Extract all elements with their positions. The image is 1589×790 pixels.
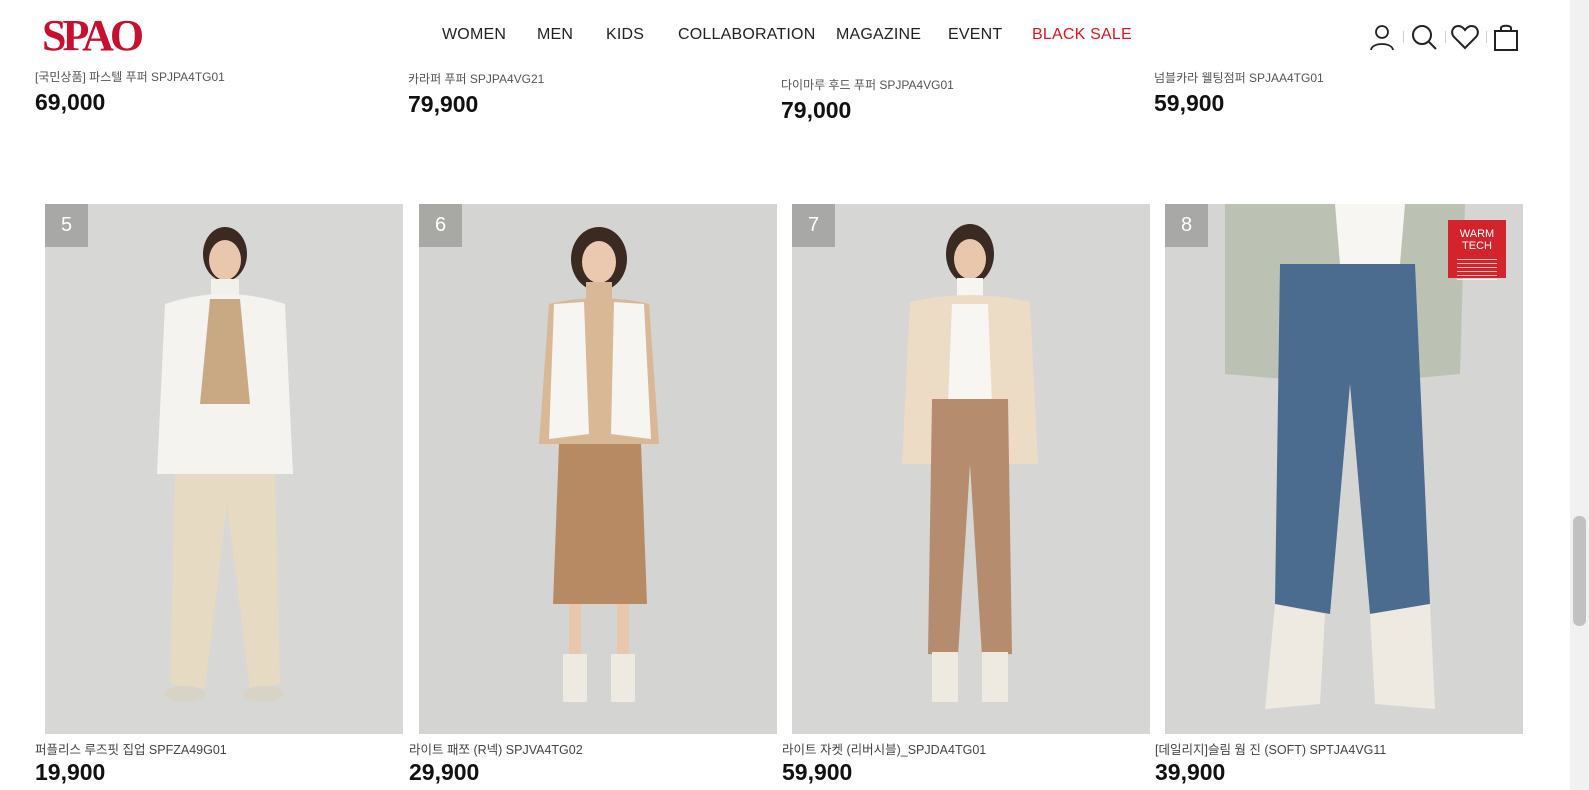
divider [1445,31,1446,43]
user-icon[interactable] [1367,22,1397,52]
product-name[interactable]: [데일리지]슬림 웜 진 (SOFT) SPTJA4VG11 [1155,739,1386,758]
page-scrollbar[interactable] [1570,0,1589,790]
prev-product-2[interactable]: 카라퍼 푸퍼 SPJPA4VG21 79,900 [408,70,544,118]
prev-product-3[interactable]: 다이마루 후드 푸퍼 SPJPA4VG01 79,000 [781,76,954,124]
product-price: 29,900 [409,759,480,785]
badge-line-1: WARM [1459,228,1495,240]
product-price: 59,900 [782,759,853,785]
heart-icon[interactable] [1450,22,1480,52]
product-image[interactable]: 6 [419,204,777,734]
divider [1403,31,1404,43]
product-card-5[interactable]: 5 퍼플리스 루즈핏 집업 SPFZA49G01 19,900 [35,204,403,785]
product-card-8[interactable]: 8 WARM TECH [데일리지]슬림 웜 진 (SOFT) SPTJA4VG… [1155,204,1523,785]
logo-text: SPAO [42,14,143,56]
product-name[interactable]: 라이트 패쪼 (R넥) SPJVA4TG02 [409,739,583,758]
product-name[interactable]: 넘블카라 웰팅점퍼 SPJAA4TG01 [1154,69,1324,86]
model-figure [1165,204,1523,734]
warm-tech-badge: WARM TECH [1448,220,1506,280]
product-image[interactable]: 7 [792,204,1150,734]
nav-collaboration[interactable]: COLLABORATION [678,26,815,44]
product-name[interactable]: 카라퍼 푸퍼 SPJPA4VG21 [408,70,544,87]
model-figure [792,204,1150,734]
model-figure [419,204,777,734]
product-name[interactable]: 퍼플리스 루즈핏 집업 SPFZA49G01 [35,739,227,758]
site-header: SPAO WOMEN MEN KIDS COLLABORATION MAGAZI… [0,0,1570,68]
product-name[interactable]: 다이마루 후드 푸퍼 SPJPA4VG01 [781,76,954,93]
badge-pattern [1457,258,1497,280]
logo-mark: SPAO [42,11,147,60]
product-price: 69,000 [35,89,106,115]
prev-product-4[interactable]: 넘블카라 웰팅점퍼 SPJAA4TG01 59,900 [1154,69,1324,117]
rank-badge: 6 [419,204,462,247]
product-card-6[interactable]: 6 라이트 패쪼 (R넥) SPJVA4TG02 29,900 [409,204,777,785]
product-name[interactable]: 라이트 자켓 (리버시블)_SPJDA4TG01 [782,739,986,758]
nav-black-sale[interactable]: BLACK SALE [1032,26,1132,44]
prev-product-1[interactable]: [국민상품] 파스텔 푸퍼 SPJPA4TG01 69,000 [35,68,225,116]
product-image[interactable]: 5 [45,204,403,734]
product-price: 59,900 [1154,90,1225,116]
nav-men[interactable]: MEN [537,26,573,44]
badge-line-2: TECH [1462,240,1492,252]
shopping-bag-icon[interactable] [1491,22,1521,52]
nav-women[interactable]: WOMEN [442,26,506,44]
product-name[interactable]: [국민상품] 파스텔 푸퍼 SPJPA4TG01 [35,68,225,85]
rank-badge: 8 [1165,204,1208,247]
rank-badge: 7 [792,204,835,247]
scroll-thumb[interactable] [1573,516,1586,626]
product-price: 39,900 [1155,759,1226,785]
product-price: 79,900 [408,91,479,117]
model-figure [45,204,403,734]
nav-event[interactable]: EVENT [948,26,1002,44]
divider [1486,31,1487,43]
spao-logo[interactable]: SPAO [42,11,162,60]
product-card-7[interactable]: 7 라이트 자켓 (리버시블)_SPJDA4TG01 59,900 [782,204,1150,785]
product-price: 19,900 [35,759,106,785]
rank-badge: 5 [45,204,88,247]
product-price: 79,000 [781,97,852,123]
product-image[interactable]: 8 WARM TECH [1165,204,1523,734]
nav-magazine[interactable]: MAGAZINE [836,26,921,44]
search-icon[interactable] [1409,22,1439,52]
nav-kids[interactable]: KIDS [606,26,644,44]
